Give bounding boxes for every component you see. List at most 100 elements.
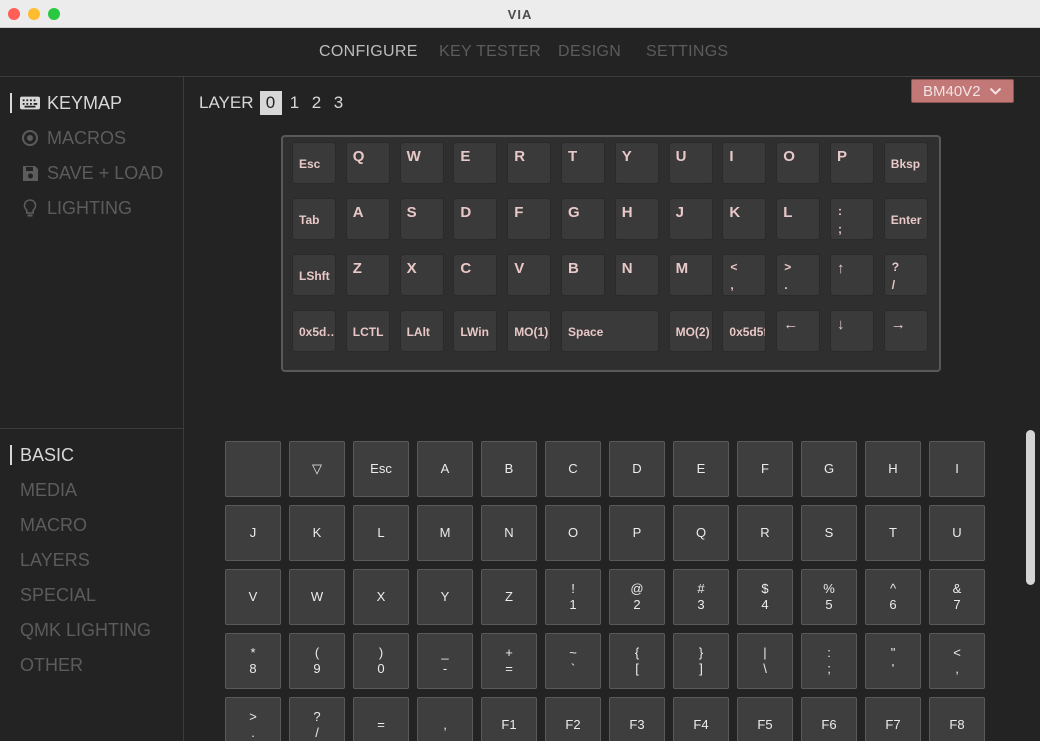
- key-0x5d[interactable]: 0x5d…: [292, 310, 336, 352]
- key-e[interactable]: E: [453, 142, 498, 184]
- keycode-p[interactable]: P: [609, 505, 665, 561]
- keycode-o[interactable]: O: [545, 505, 601, 561]
- keycode-f2[interactable]: F2: [545, 697, 601, 741]
- keycode-y[interactable]: Y: [417, 569, 473, 625]
- keycode-m[interactable]: M: [417, 505, 473, 561]
- keycode-b[interactable]: B: [481, 441, 537, 497]
- key-o[interactable]: O: [776, 142, 821, 184]
- keycode-a[interactable]: A: [417, 441, 473, 497]
- keycode-symbol[interactable]: | \: [737, 633, 793, 689]
- keycode-f1[interactable]: F1: [481, 697, 537, 741]
- keycode-6[interactable]: ^ 6: [865, 569, 921, 625]
- keycode-z[interactable]: Z: [481, 569, 537, 625]
- device-selector[interactable]: BM40V2: [911, 79, 1014, 103]
- key-x[interactable]: X: [399, 254, 444, 296]
- keycode-9[interactable]: (9: [289, 633, 345, 689]
- keycode-3[interactable]: #3: [673, 569, 729, 625]
- keycode-symbol[interactable]: + =: [481, 633, 537, 689]
- keycode-5[interactable]: % 5: [801, 569, 857, 625]
- key-symbol[interactable]: →: [883, 310, 928, 352]
- keycode-f3[interactable]: F3: [609, 697, 665, 741]
- keycode-symbol[interactable]: _ -: [417, 633, 473, 689]
- category-layers[interactable]: LAYERS: [20, 548, 90, 572]
- key-bksp[interactable]: Bksp: [883, 142, 928, 184]
- key-z[interactable]: Z: [345, 254, 390, 296]
- key-n[interactable]: N: [614, 254, 659, 296]
- key-i[interactable]: I: [722, 142, 767, 184]
- keycode-f5[interactable]: F5: [737, 697, 793, 741]
- key-r[interactable]: R: [507, 142, 552, 184]
- layer-0-button[interactable]: 0: [259, 91, 282, 115]
- keycode-x[interactable]: X: [353, 569, 409, 625]
- keycode-f[interactable]: F: [737, 441, 793, 497]
- category-special[interactable]: SPECIAL: [20, 583, 96, 607]
- key-enter[interactable]: Enter: [883, 198, 928, 240]
- keycode-1[interactable]: ! 1: [545, 569, 601, 625]
- key-c[interactable]: C: [453, 254, 498, 296]
- keycode-g[interactable]: G: [801, 441, 857, 497]
- key-symbol[interactable]: :;: [830, 198, 874, 240]
- sidebar-item-macros[interactable]: MACROS: [20, 126, 126, 150]
- key-g[interactable]: G: [561, 198, 605, 240]
- keycode-f6[interactable]: F6: [801, 697, 857, 741]
- layer-2-button[interactable]: 2: [306, 91, 328, 115]
- key-symbol[interactable]: ←: [776, 310, 821, 352]
- key-m[interactable]: M: [668, 254, 713, 296]
- key-lwin[interactable]: LWin: [453, 310, 498, 352]
- key-tab[interactable]: Tab: [292, 198, 336, 240]
- key-p[interactable]: P: [830, 142, 874, 184]
- category-other[interactable]: OTHER: [20, 653, 83, 677]
- category-macro[interactable]: MACRO: [20, 513, 87, 537]
- tab-design[interactable]: DESIGN: [558, 43, 621, 61]
- key-lctl[interactable]: LCTL: [345, 310, 390, 352]
- key-l[interactable]: L: [776, 198, 821, 240]
- sidebar-item-lighting[interactable]: LIGHTING: [20, 196, 132, 220]
- key-q[interactable]: Q: [345, 142, 390, 184]
- keycode-2[interactable]: @2: [609, 569, 665, 625]
- key-u[interactable]: U: [668, 142, 713, 184]
- category-basic[interactable]: BASIC: [20, 443, 74, 467]
- key-symbol[interactable]: <,: [722, 254, 767, 296]
- keycode-w[interactable]: W: [289, 569, 345, 625]
- key-0x5d5f[interactable]: 0x5d5f: [722, 310, 767, 352]
- keycode-l[interactable]: L: [353, 505, 409, 561]
- key-d[interactable]: D: [453, 198, 498, 240]
- picker-scrollbar[interactable]: [1026, 430, 1035, 585]
- keycode-symbol[interactable]: ▽: [289, 441, 345, 497]
- keycode-t[interactable]: T: [865, 505, 921, 561]
- keycode-symbol[interactable]: <,: [929, 633, 985, 689]
- sidebar-item-keymap[interactable]: KEYMAP: [20, 91, 122, 115]
- key-lshft[interactable]: LShft: [292, 254, 336, 296]
- layer-3-button[interactable]: 3: [328, 91, 350, 115]
- keycode-blank[interactable]: [225, 441, 281, 497]
- keycode-r[interactable]: R: [737, 505, 793, 561]
- keycode-n[interactable]: N: [481, 505, 537, 561]
- key-t[interactable]: T: [561, 142, 605, 184]
- key-lalt[interactable]: LAlt: [399, 310, 444, 352]
- key-symbol[interactable]: >.: [776, 254, 821, 296]
- keycode-f8[interactable]: F8: [929, 697, 985, 741]
- keycode-u[interactable]: U: [929, 505, 985, 561]
- keycode-f4[interactable]: F4: [673, 697, 729, 741]
- keycode-i[interactable]: I: [929, 441, 985, 497]
- key-y[interactable]: Y: [614, 142, 659, 184]
- key-h[interactable]: H: [614, 198, 659, 240]
- key-symbol[interactable]: ? /: [883, 254, 928, 296]
- key-s[interactable]: S: [399, 198, 444, 240]
- keycode-7[interactable]: & 7: [929, 569, 985, 625]
- keycode-symbol[interactable]: :;: [801, 633, 857, 689]
- keycode-8[interactable]: * 8: [225, 633, 281, 689]
- key-b[interactable]: B: [561, 254, 605, 296]
- keycode-symbol[interactable]: {[: [609, 633, 665, 689]
- tab-settings[interactable]: SETTINGS: [646, 43, 728, 61]
- keycode-esc[interactable]: Esc: [353, 441, 409, 497]
- key-k[interactable]: K: [722, 198, 767, 240]
- keycode-symbol[interactable]: =: [353, 697, 409, 741]
- key-symbol[interactable]: ↓: [830, 310, 874, 352]
- keycode-d[interactable]: D: [609, 441, 665, 497]
- key-f[interactable]: F: [507, 198, 552, 240]
- keycode-s[interactable]: S: [801, 505, 857, 561]
- key-mo-1[interactable]: MO(1): [507, 310, 552, 352]
- key-esc[interactable]: Esc: [292, 142, 336, 184]
- tab-configure[interactable]: CONFIGURE: [319, 43, 418, 61]
